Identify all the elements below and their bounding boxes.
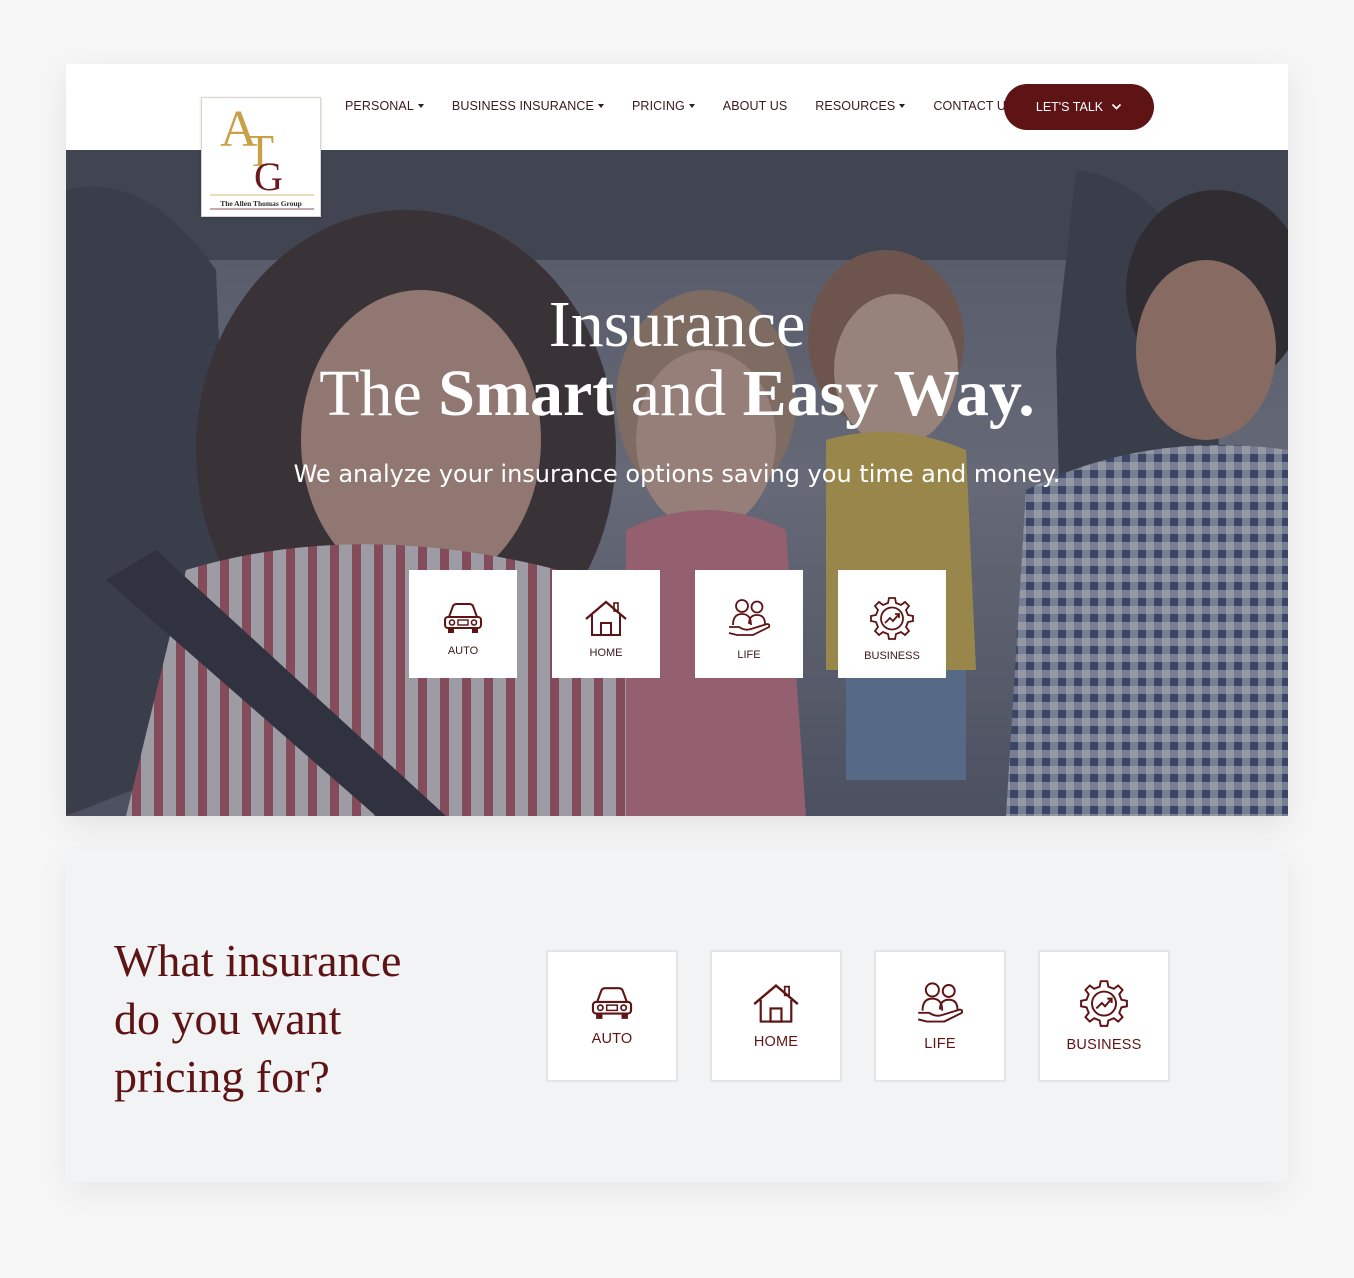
car-icon: [591, 987, 633, 1019]
family-hand-icon: [728, 599, 771, 636]
site-logo[interactable]: A T G The Allen Thomas Group: [201, 97, 321, 217]
hero-banner: Insurance The Smart and Easy Way. We ana…: [66, 150, 1288, 816]
page-screenshot: PERSONAL BUSINESS INSURANCE PRICING ABOU…: [66, 64, 1288, 816]
hero-line-2-b: Smart: [438, 357, 615, 431]
pricing-tiles: AUTO HOME LIFE BUSINESS: [546, 950, 1170, 1082]
hero-tile-business[interactable]: BUSINESS: [838, 570, 946, 678]
hero-line-2-d: Easy Way.: [742, 357, 1035, 431]
hero-line-2: The Smart and Easy Way.: [66, 359, 1288, 428]
pricing-tile-home-label: HOME: [753, 1034, 799, 1050]
pricing-tile-auto-label: AUTO: [591, 1031, 633, 1047]
hero-insurance-tiles: AUTO HOME LIFE BUSINESS: [409, 570, 946, 678]
nav-personal[interactable]: PERSONAL: [345, 99, 424, 113]
family-hand-icon: [917, 982, 964, 1023]
main-nav: PERSONAL BUSINESS INSURANCE PRICING ABOU…: [345, 99, 1042, 113]
nav-pricing-label: PRICING: [632, 99, 685, 113]
hero-tile-life-label: LIFE: [737, 649, 761, 661]
pricing-tile-life[interactable]: LIFE: [874, 950, 1006, 1082]
nav-contact-label: CONTACT US: [933, 99, 1015, 113]
nav-about-label: ABOUT US: [722, 99, 788, 113]
nav-personal-label: PERSONAL: [345, 99, 414, 113]
caret-down-icon: [688, 104, 695, 108]
svg-text:G: G: [254, 154, 283, 199]
nav-resources-label: RESOURCES: [815, 99, 896, 113]
pricing-heading: What insurance do you want pricing for?: [114, 935, 402, 1102]
hero-tile-home-label: HOME: [589, 647, 623, 659]
nav-pricing[interactable]: PRICING: [632, 99, 695, 113]
logo-caption: The Allen Thomas Group: [220, 199, 302, 208]
caret-down-icon: [598, 104, 604, 108]
pricing-tile-business-label: BUSINESS: [1066, 1037, 1142, 1053]
pricing-tile-business[interactable]: BUSINESS: [1038, 950, 1170, 1082]
hero-tile-home[interactable]: HOME: [552, 570, 660, 678]
nav-business-label: BUSINESS INSURANCE: [451, 99, 594, 113]
pricing-tile-life-label: LIFE: [924, 1036, 956, 1052]
hero-tile-life[interactable]: LIFE: [695, 570, 803, 678]
gear-chart-icon: [1080, 980, 1128, 1027]
hero-line-1: Insurance: [548, 288, 806, 361]
house-icon: [753, 983, 799, 1023]
car-icon: [444, 603, 482, 633]
hero-tile-auto-label: AUTO: [447, 645, 479, 657]
nav-resources[interactable]: RESOURCES: [815, 99, 906, 113]
hero-line-2-a: The: [319, 357, 439, 431]
nav-about-us[interactable]: ABOUT US: [723, 99, 787, 113]
pricing-tile-home[interactable]: HOME: [710, 950, 842, 1082]
hero-line-2-c: and: [614, 357, 743, 431]
gear-chart-icon: [870, 597, 914, 640]
pricing-section: What insurance do you want pricing for? …: [66, 850, 1288, 1182]
hero-headline: Insurance The Smart and Easy Way.: [66, 290, 1288, 429]
hero-subtitle: We analyze your insurance options saving…: [293, 460, 1061, 488]
lets-talk-label: LET'S TALK: [1035, 100, 1104, 114]
house-icon: [585, 600, 627, 636]
nav-contact-us[interactable]: CONTACT US: [933, 99, 1014, 113]
hero-tile-auto[interactable]: AUTO: [409, 570, 517, 678]
caret-down-icon: [417, 104, 424, 108]
pricing-tile-auto[interactable]: AUTO: [546, 950, 678, 1082]
caret-down-icon: [899, 104, 906, 108]
chevron-down-icon: [1111, 103, 1122, 110]
nav-business-insurance[interactable]: BUSINESS INSURANCE: [452, 99, 604, 113]
lets-talk-button[interactable]: LET'S TALK: [1004, 84, 1154, 130]
hero-tile-business-label: BUSINESS: [864, 650, 920, 662]
